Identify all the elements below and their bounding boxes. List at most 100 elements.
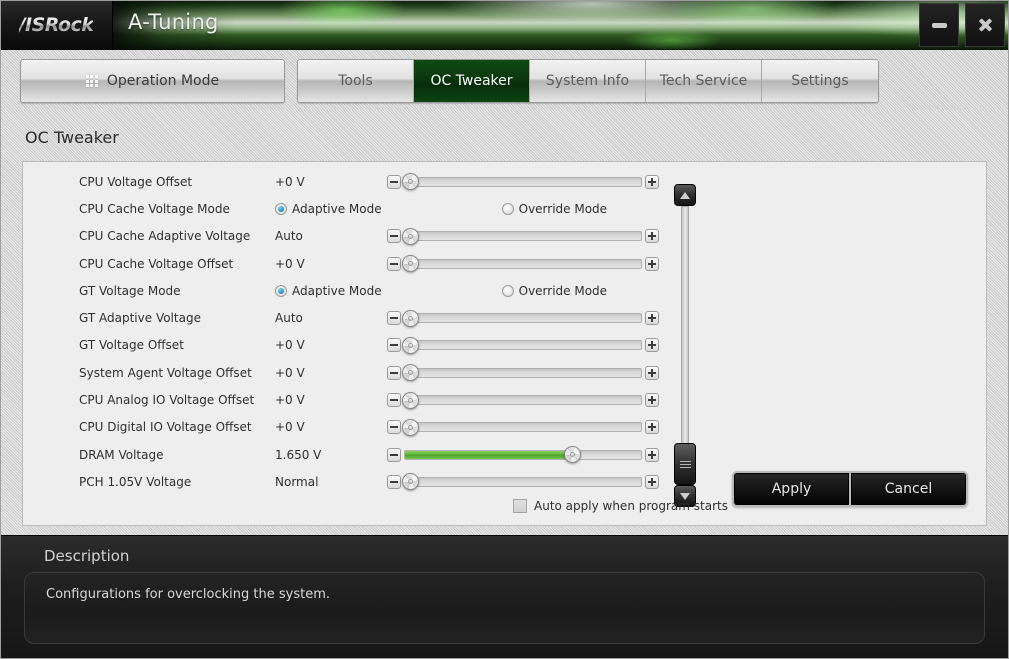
slider-thumb[interactable] bbox=[402, 391, 419, 409]
settings-row-label: GT Voltage Offset bbox=[79, 338, 184, 353]
radio-option[interactable]: Override Mode bbox=[501, 201, 608, 216]
close-button[interactable] bbox=[965, 3, 1005, 47]
slider-thumb[interactable] bbox=[402, 173, 419, 191]
apply-button[interactable]: Apply bbox=[734, 473, 849, 505]
slider-track[interactable] bbox=[402, 418, 642, 436]
slider-increment-button[interactable] bbox=[645, 229, 659, 244]
description-title: Description bbox=[44, 547, 130, 565]
slider-increment-button[interactable] bbox=[645, 311, 659, 326]
slider-track[interactable] bbox=[404, 446, 642, 464]
scrollbar-thumb[interactable] bbox=[674, 443, 696, 485]
radio-button-icon[interactable] bbox=[501, 202, 514, 215]
asrock-logo-text: /ISRock bbox=[18, 14, 94, 36]
radio-button-icon[interactable] bbox=[275, 284, 287, 297]
settings-row: CPU Digital IO Voltage Offset +0 V bbox=[47, 414, 687, 441]
slider-thumb[interactable] bbox=[402, 309, 419, 327]
slider-increment-button[interactable] bbox=[645, 474, 659, 489]
settings-scrollbar[interactable] bbox=[674, 184, 696, 507]
slider-thumb[interactable] bbox=[402, 473, 419, 491]
radio-option-label: Adaptive Mode bbox=[292, 201, 382, 216]
slider-control[interactable] bbox=[387, 446, 659, 464]
slider-control[interactable] bbox=[387, 473, 659, 491]
tab-tools[interactable]: Tools bbox=[298, 60, 414, 102]
slider-decrement-button[interactable] bbox=[387, 174, 401, 189]
slider-thumb[interactable] bbox=[402, 418, 419, 436]
grid-icon bbox=[85, 75, 98, 87]
tab-tech-service[interactable]: Tech Service bbox=[646, 60, 762, 102]
slider-decrement-button[interactable] bbox=[387, 474, 401, 489]
settings-row: GT Adaptive Voltage Auto bbox=[47, 304, 687, 331]
radio-option[interactable]: Adaptive Mode bbox=[275, 284, 382, 298]
asrock-logo: /ISRock bbox=[0, 0, 113, 50]
auto-apply-label: Auto apply when program starts bbox=[534, 499, 728, 513]
slider-thumb[interactable] bbox=[564, 446, 582, 464]
slider-decrement-button[interactable] bbox=[387, 311, 401, 326]
tab-bar: Tools OC Tweaker System Info Tech Service Se… bbox=[297, 59, 879, 103]
tab-settings[interactable]: Settings bbox=[762, 60, 878, 102]
cancel-button[interactable]: Cancel bbox=[851, 473, 966, 505]
slider-decrement-button[interactable] bbox=[387, 365, 401, 380]
settings-row-label: GT Voltage Mode bbox=[79, 283, 181, 298]
slider-track[interactable] bbox=[402, 391, 642, 409]
slider-decrement-button[interactable] bbox=[387, 393, 401, 408]
settings-row-value: +0 V bbox=[275, 420, 305, 435]
slider-decrement-button[interactable] bbox=[387, 229, 401, 244]
settings-row: CPU Cache Voltage Offset +0 V bbox=[47, 250, 687, 277]
slider-track[interactable] bbox=[402, 309, 642, 327]
slider-track[interactable] bbox=[402, 173, 642, 191]
settings-row-value: +0 V bbox=[275, 338, 305, 353]
scroll-up-button[interactable] bbox=[674, 184, 696, 206]
slider-decrement-button[interactable] bbox=[387, 338, 401, 353]
radio-option[interactable]: Adaptive Mode bbox=[275, 202, 382, 216]
slider-decrement-button[interactable] bbox=[387, 256, 401, 271]
slider-track[interactable] bbox=[402, 336, 642, 354]
slider-control[interactable] bbox=[387, 418, 659, 436]
settings-row-value: +0 V bbox=[275, 174, 305, 189]
tab-oc-tweaker[interactable]: OC Tweaker bbox=[414, 60, 530, 102]
settings-row-label: CPU Analog IO Voltage Offset bbox=[79, 393, 255, 408]
settings-row-value: +0 V bbox=[275, 256, 305, 271]
slider-control[interactable] bbox=[387, 255, 659, 273]
slider-control[interactable] bbox=[387, 227, 659, 245]
slider-increment-button[interactable] bbox=[645, 365, 659, 380]
slider-track[interactable] bbox=[402, 255, 642, 273]
slider-decrement-button[interactable] bbox=[387, 447, 401, 462]
operation-mode-label: Operation Mode bbox=[106, 73, 220, 89]
radio-button-icon[interactable] bbox=[275, 202, 287, 215]
slider-control[interactable] bbox=[387, 364, 659, 382]
slider-control[interactable] bbox=[387, 309, 659, 327]
slider-thumb[interactable] bbox=[402, 364, 419, 382]
settings-row-value: +0 V bbox=[275, 393, 305, 408]
slider-increment-button[interactable] bbox=[645, 338, 659, 353]
slider-increment-button[interactable] bbox=[645, 447, 659, 462]
settings-row: CPU Voltage Offset +0 V bbox=[47, 168, 687, 195]
slider-increment-button[interactable] bbox=[645, 256, 659, 271]
radio-option-label: Override Mode bbox=[518, 201, 608, 216]
tab-system-info[interactable]: System Info bbox=[530, 60, 646, 102]
slider-track[interactable] bbox=[402, 473, 642, 491]
slider-track[interactable] bbox=[402, 227, 642, 245]
slider-control[interactable] bbox=[387, 336, 659, 354]
settings-row-value: Normal bbox=[275, 474, 319, 489]
auto-apply-checkbox[interactable] bbox=[513, 499, 527, 513]
minimize-icon bbox=[931, 22, 947, 28]
minimize-button[interactable] bbox=[919, 3, 959, 47]
operation-mode-button[interactable]: Operation Mode bbox=[20, 59, 285, 103]
radio-option-label: Override Mode bbox=[518, 283, 608, 298]
slider-increment-button[interactable] bbox=[645, 393, 659, 408]
slider-track[interactable] bbox=[402, 364, 642, 382]
slider-increment-button[interactable] bbox=[645, 174, 659, 189]
settings-row-label: CPU Digital IO Voltage Offset bbox=[79, 420, 252, 435]
slider-decrement-button[interactable] bbox=[387, 420, 401, 435]
slider-thumb[interactable] bbox=[402, 227, 419, 245]
slider-thumb[interactable] bbox=[402, 255, 419, 273]
radio-button-icon[interactable] bbox=[501, 284, 514, 297]
slider-control[interactable] bbox=[387, 391, 659, 409]
slider-increment-button[interactable] bbox=[645, 420, 659, 435]
radio-option[interactable]: Override Mode bbox=[501, 283, 608, 298]
slider-thumb[interactable] bbox=[402, 336, 419, 354]
slider-control[interactable] bbox=[387, 173, 659, 191]
auto-apply-row[interactable]: Auto apply when program starts bbox=[513, 499, 728, 513]
description-panel: Description Configurations for overclock… bbox=[0, 535, 1009, 659]
settings-row-value: 1.650 V bbox=[275, 447, 322, 462]
